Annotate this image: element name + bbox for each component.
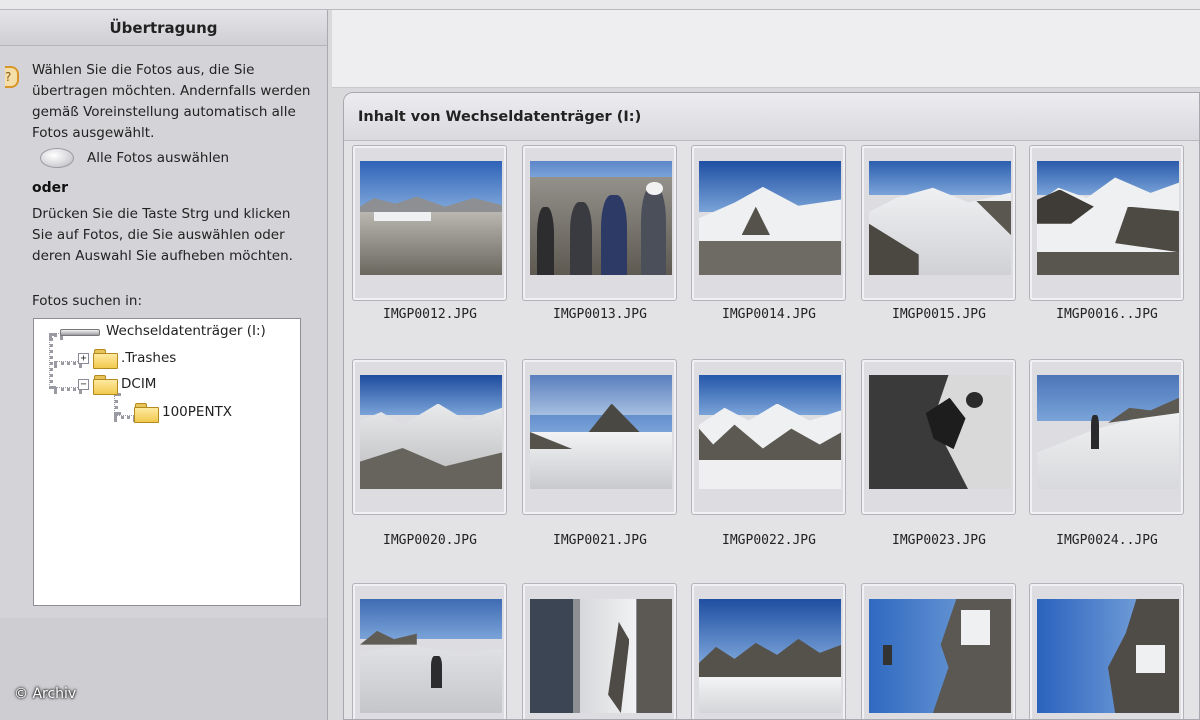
collapse-icon[interactable]: − — [78, 378, 89, 390]
task-pane: Übertragung ? Wählen Sie die Fotos aus, … — [0, 10, 328, 720]
select-all-label[interactable]: Alle Fotos auswählen — [87, 150, 229, 166]
photo-filename[interactable]: IMGP0022.JPG — [684, 533, 854, 548]
photo-image[interactable] — [869, 375, 1011, 489]
or-label: oder — [32, 180, 69, 196]
folder-label-trashes[interactable]: .Trashes — [121, 350, 176, 366]
photo-image[interactable] — [869, 161, 1011, 275]
pane-footer — [0, 618, 327, 720]
photo-image[interactable] — [530, 599, 672, 713]
folder-tree[interactable]: Wechseldatenträger (I:) + .Trashes − DCI… — [33, 318, 301, 606]
photo-filename[interactable]: IMGP0013.JPG — [515, 307, 685, 322]
photo-filename[interactable]: IMGP0015.JPG — [854, 307, 1024, 322]
photo-thumbnail[interactable] — [861, 145, 1016, 301]
instruction-text: Wählen Sie die Fotos aus, die Sie übertr… — [32, 62, 311, 141]
photo-thumbnail[interactable] — [352, 145, 507, 301]
menu-bar — [0, 0, 1200, 10]
photo-filename[interactable]: IMGP0020.JPG — [345, 533, 515, 548]
photo-image[interactable] — [530, 375, 672, 489]
photo-image[interactable] — [360, 599, 502, 713]
pane-title: Übertragung — [0, 10, 327, 46]
photo-image[interactable] — [1037, 161, 1179, 275]
watermark: © Archiv — [14, 686, 77, 702]
photo-image[interactable] — [360, 161, 502, 275]
photo-image[interactable] — [699, 375, 841, 489]
tree-node-trashes[interactable]: + .Trashes — [78, 349, 176, 369]
photo-image[interactable] — [699, 599, 841, 713]
photo-image[interactable] — [530, 161, 672, 275]
photo-thumbnail[interactable] — [352, 583, 507, 719]
photo-filename[interactable]: IMGP0014.JPG — [684, 307, 854, 322]
drive-icon — [60, 326, 100, 336]
folder-label-dcim[interactable]: DCIM — [121, 376, 156, 392]
select-all-option[interactable]: Alle Fotos auswählen — [40, 147, 229, 169]
photo-filename[interactable]: IMGP0023.JPG — [854, 533, 1024, 548]
folder-icon — [134, 403, 159, 423]
panel-title: Inhalt von Wechseldatenträger (I:) — [344, 93, 1199, 141]
photo-thumbnail[interactable] — [1029, 359, 1184, 515]
photo-thumbnail[interactable] — [522, 583, 677, 719]
photo-thumbnail[interactable] — [352, 359, 507, 515]
step-marker-icon: ? — [5, 66, 19, 88]
thumbnail-panel: Inhalt von Wechseldatenträger (I:) IMGP0… — [343, 92, 1200, 720]
select-all-button[interactable] — [40, 148, 74, 168]
top-panel — [332, 10, 1200, 88]
photo-thumbnail[interactable] — [522, 359, 677, 515]
drive-label[interactable]: Wechseldatenträger (I:) — [106, 323, 266, 339]
photo-filename[interactable]: IMGP0021.JPG — [515, 533, 685, 548]
tree-node-dcim[interactable]: − DCIM — [78, 375, 156, 395]
photo-filename[interactable]: IMGP0016..JPG — [1022, 307, 1192, 322]
photo-image[interactable] — [869, 599, 1011, 713]
folder-icon — [93, 375, 118, 395]
search-in-label: Fotos suchen in: — [32, 293, 142, 309]
tree-node-drive[interactable]: Wechseldatenträger (I:) — [60, 323, 266, 339]
photo-image[interactable] — [360, 375, 502, 489]
folder-label-100pentx[interactable]: 100PENTX — [162, 404, 232, 420]
photo-thumbnail[interactable] — [691, 145, 846, 301]
photo-image[interactable] — [1037, 599, 1179, 713]
photo-thumbnail[interactable] — [861, 583, 1016, 719]
photo-thumbnail[interactable] — [691, 583, 846, 719]
photo-filename[interactable]: IMGP0012.JPG — [345, 307, 515, 322]
photo-thumbnail[interactable] — [1029, 145, 1184, 301]
folder-icon — [93, 349, 118, 369]
photo-image[interactable] — [699, 161, 841, 275]
expand-icon[interactable]: + — [78, 352, 89, 364]
photo-thumbnail[interactable] — [522, 145, 677, 301]
photo-thumbnail[interactable] — [691, 359, 846, 515]
photo-image[interactable] — [1037, 375, 1179, 489]
photo-thumbnail[interactable] — [1029, 583, 1184, 719]
photo-filename[interactable]: IMGP0024..JPG — [1022, 533, 1192, 548]
ctrl-instruction-text: Drücken Sie die Taste Strg und klicken S… — [32, 206, 293, 264]
tree-node-100pentx[interactable]: 100PENTX — [134, 403, 232, 423]
photo-thumbnail[interactable] — [861, 359, 1016, 515]
